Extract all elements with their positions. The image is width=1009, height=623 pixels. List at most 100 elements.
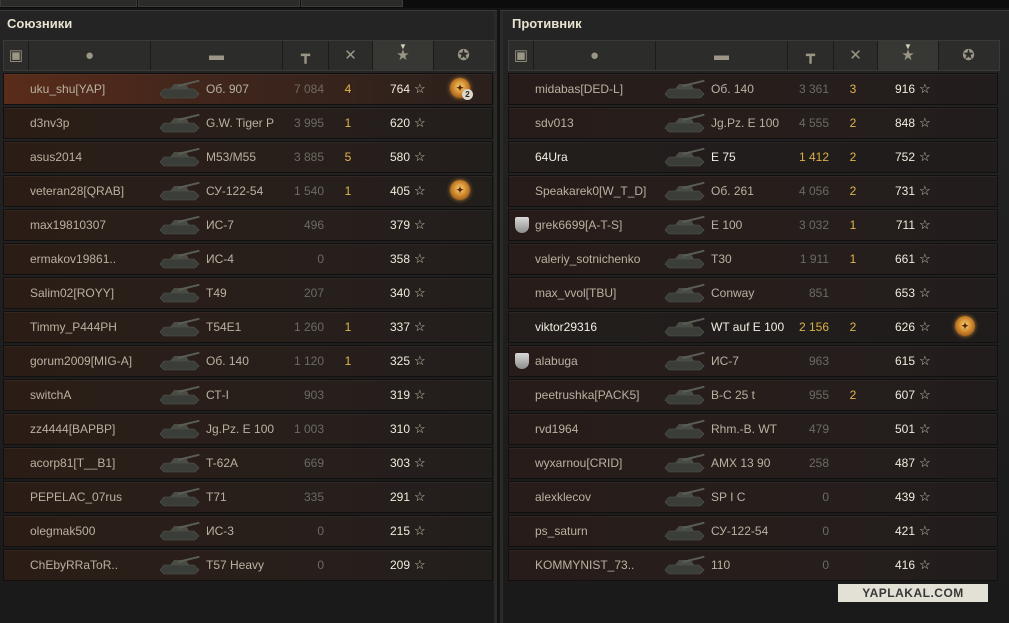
star-icon: ☆ <box>414 115 426 130</box>
tank-name: 110 <box>711 558 731 572</box>
player-row[interactable]: ps_saturn СУ-122-54 0 421 ☆ <box>508 515 998 547</box>
tank-name: Jg.Pz. E 100 <box>711 116 780 130</box>
player-icon: ● <box>84 47 95 64</box>
player-row[interactable]: peetrushka[PACK5] B-C 25 t 955 2 607 ☆ <box>508 379 998 411</box>
player-row[interactable]: veteran28[QRAB] СУ-122-54 1 540 1 405 ☆ ✦ <box>3 175 493 207</box>
tank-icon <box>664 317 705 337</box>
player-column-header[interactable]: ● <box>29 41 151 70</box>
tank-name: T49 <box>206 286 227 300</box>
tank-icon <box>159 351 200 371</box>
kills-value: 1 <box>849 218 857 232</box>
medal-column-header[interactable]: ✪ <box>434 41 493 70</box>
player-row[interactable]: KOMMYNIST_73.. 110 0 416 ☆ <box>508 549 998 581</box>
player-row[interactable]: alabuga ИС-7 963 615 ☆ <box>508 345 998 377</box>
player-name: 64Ura <box>535 150 568 164</box>
damage-value: 7 084 <box>293 82 324 96</box>
player-row[interactable]: zz4444[BAPBP] Jg.Pz. E 100 1 003 310 ☆ <box>3 413 493 445</box>
xp-value: 358 <box>389 252 410 266</box>
tank-column-header[interactable]: ▬ <box>656 41 788 70</box>
allies-panel: Союзники ▣ ● ▬ ┳ ✕ ▼ ★ ✪ uku_shu[YAP] Об. … <box>0 10 497 623</box>
player-row[interactable]: PEPELAC_07rus T71 335 291 ☆ <box>3 481 493 513</box>
player-row[interactable]: acorp81[T__B1] T-62A 669 303 ☆ <box>3 447 493 479</box>
player-row[interactable]: ermakov19861.. ИС-4 0 358 ☆ <box>3 243 493 275</box>
kills-value: 1 <box>344 116 352 130</box>
damage-value: 1 412 <box>798 150 829 164</box>
damage-value: 963 <box>808 354 829 368</box>
player-row[interactable]: ChEbyRRaToR.. T57 Heavy 0 209 ☆ <box>3 549 493 581</box>
player-name: acorp81[T__B1] <box>30 456 116 470</box>
medal-column-header[interactable]: ✪ <box>939 41 998 70</box>
player-name: olegmak500 <box>30 524 96 538</box>
player-row[interactable]: Speakarek0[W_T_D] Об. 261 4 056 2 731 ☆ <box>508 175 998 207</box>
player-row[interactable]: valeriy_sotnichenko T30 1 911 1 661 ☆ <box>508 243 998 275</box>
tank-icon <box>159 317 200 337</box>
kills-column-header[interactable]: ✕ <box>834 41 878 70</box>
player-row[interactable]: uku_shu[YAP] Об. 907 7 084 4 764 ☆ ✦ 2 <box>3 73 493 105</box>
tank-name: Rhm.-B. WT <box>711 422 777 436</box>
player-row[interactable]: Timmy_P444PH T54E1 1 260 1 337 ☆ <box>3 311 493 343</box>
player-row[interactable]: midabas[DED-L] Об. 140 3 361 3 916 ☆ <box>508 73 998 105</box>
tank-column-header[interactable]: ▬ <box>151 41 283 70</box>
tab-3[interactable] <box>301 0 403 7</box>
player-row[interactable]: max19810307 ИС-7 496 379 ☆ <box>3 209 493 241</box>
enemies-table-header: ▣ ● ▬ ┳ ✕ ▼ ★ ✪ <box>508 40 1000 71</box>
tab-2[interactable] <box>138 0 300 7</box>
player-name: alexklecov <box>535 490 592 504</box>
player-row[interactable]: max_vvol[TBU] Conway 851 653 ☆ <box>508 277 998 309</box>
player-row[interactable]: alexklecov SP I C 0 439 ☆ <box>508 481 998 513</box>
player-row[interactable]: 64Ura E 75 1 412 2 752 ☆ <box>508 141 998 173</box>
player-name: veteran28[QRAB] <box>30 184 125 198</box>
xp-value: 752 <box>894 150 915 164</box>
player-row[interactable]: viktor29316 WT auf E 100 2 156 2 626 ☆ ✦ <box>508 311 998 343</box>
star-icon: ☆ <box>414 523 426 538</box>
player-row[interactable]: d3nv3p G.W. Tiger P 3 995 1 620 ☆ <box>3 107 493 139</box>
panel-divider <box>500 11 503 623</box>
player-row[interactable]: grek6699[A-T-S] E 100 3 032 1 711 ☆ <box>508 209 998 241</box>
player-row[interactable]: gorum2009[MIG-A] Об. 140 1 120 1 325 ☆ <box>3 345 493 377</box>
kills-value <box>835 278 871 308</box>
player-row[interactable]: Salim02[ROYY] T49 207 340 ☆ <box>3 277 493 309</box>
xp-value: 607 <box>894 388 915 402</box>
player-row[interactable]: wyxarnou[CRID] AMX 13 90 258 487 ☆ <box>508 447 998 479</box>
player-row[interactable]: rvd1964 Rhm.-B. WT 479 501 ☆ <box>508 413 998 445</box>
xp-column-header[interactable]: ▼ ★ <box>878 41 939 70</box>
player-name: switchA <box>30 388 72 402</box>
platoon-column-header[interactable]: ▣ <box>509 41 534 70</box>
damage-value: 258 <box>808 456 829 470</box>
star-icon: ☆ <box>919 523 931 538</box>
xp-value: 303 <box>389 456 410 470</box>
medal-icon[interactable]: ✦ 2 <box>450 78 473 100</box>
kills-value: 2 <box>849 388 857 402</box>
tank-icon <box>664 147 705 167</box>
player-row[interactable]: olegmak500 ИС-3 0 215 ☆ <box>3 515 493 547</box>
kills-value <box>330 448 366 478</box>
platoon-column-header[interactable]: ▣ <box>4 41 29 70</box>
tab-1[interactable] <box>0 0 137 7</box>
player-column-header[interactable]: ● <box>534 41 656 70</box>
damage-value: 207 <box>303 286 324 300</box>
xp-column-header[interactable]: ▼ ★ <box>373 41 434 70</box>
tank-name: G.W. Tiger P <box>206 116 275 130</box>
medal-icon: ✪ <box>457 47 470 64</box>
player-name: uku_shu[YAP] <box>30 82 106 96</box>
player-row[interactable]: asus2014 M53/M55 3 885 5 580 ☆ <box>3 141 493 173</box>
star-icon: ☆ <box>919 455 931 470</box>
medal-icon: ✪ <box>962 47 975 64</box>
medal-icon[interactable]: ✦ <box>450 180 470 200</box>
star-icon: ☆ <box>414 353 426 368</box>
tank-name: ИС-3 <box>206 524 234 538</box>
kills-value <box>330 482 366 512</box>
player-name: zz4444[BAPBP] <box>30 422 116 436</box>
enemies-panel: Противник ▣ ● ▬ ┳ ✕ ▼ ★ ✪ midabas[DED-L] О… <box>500 10 1009 623</box>
damage-column-header[interactable]: ┳ <box>788 41 834 70</box>
player-row[interactable]: sdv013 Jg.Pz. E 100 4 555 2 848 ☆ <box>508 107 998 139</box>
damage-column-header[interactable]: ┳ <box>283 41 329 70</box>
kills-icon: ✕ <box>849 47 862 64</box>
medal-icon[interactable]: ✦ <box>955 316 975 336</box>
player-row[interactable]: switchA СТ-I 903 319 ☆ <box>3 379 493 411</box>
kills-value <box>330 244 366 274</box>
tank-name: ИС-7 <box>711 354 739 368</box>
kills-column-header[interactable]: ✕ <box>329 41 373 70</box>
xp-value: 379 <box>389 218 410 232</box>
kills-value: 3 <box>849 82 857 96</box>
